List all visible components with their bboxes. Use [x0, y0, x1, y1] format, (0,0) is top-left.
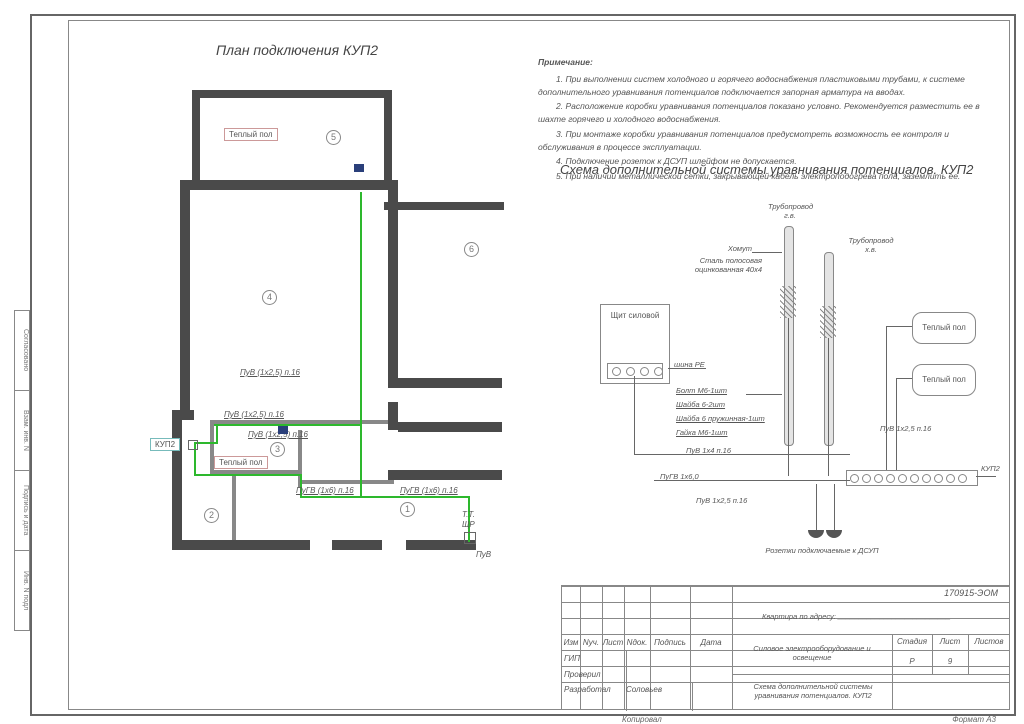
- plan-title: План подключения КУП2: [216, 42, 378, 58]
- panel-box: Щит силовой: [600, 304, 670, 384]
- nut-label: Гайка М6-1шт: [676, 428, 728, 437]
- cold-pipe-label: Трубопровод х.в.: [846, 236, 896, 254]
- room-number: 1: [400, 502, 415, 517]
- sheet-val: 9: [932, 650, 969, 674]
- panel-label: Щит силовой: [611, 311, 660, 320]
- side-label: Инв. N подл: [14, 551, 30, 631]
- col-list: Лист: [602, 635, 625, 651]
- sockets-label: Розетки подключаемые к ДСУП: [742, 546, 902, 555]
- col-sign: Подпись: [650, 635, 691, 651]
- room-number: 5: [326, 130, 341, 145]
- gip-label: ГИП: [562, 651, 627, 667]
- busbar: [846, 470, 978, 486]
- washer-label: Шайба 6-2шт: [676, 400, 725, 409]
- heated-floor-box: Теплый пол: [912, 364, 976, 396]
- col-izm: Изм: [562, 635, 581, 651]
- kup-label: КУП2: [981, 464, 1000, 473]
- room-number: 2: [204, 508, 219, 523]
- clamp-label: Хомут: [682, 244, 752, 253]
- note-item: 1. При выполнении систем холодного и гор…: [538, 73, 994, 99]
- schematic-diagram: Трубопровод г.в. Трубопровод х.в. Хомут …: [566, 196, 996, 556]
- sheets-hdr: Листов: [968, 634, 1010, 650]
- floor-plan: 1 2 3 4 5 6 Теплый пол Теплый пол КУП2 П…: [84, 72, 502, 552]
- wire-socket-label: ПуВ 1х2,5 п.16: [696, 496, 747, 505]
- title-block: Изм Nуч. Лист Nдок. Подпись Дата ГИП Про…: [561, 585, 1010, 710]
- kup-box-icon: [188, 440, 198, 450]
- clamp-label2: Сталь полосовая оцинкованная 40х4: [668, 256, 762, 274]
- room-number: 4: [262, 290, 277, 305]
- note-item: 3. При монтаже коробки уравнивания потен…: [538, 128, 994, 154]
- copied-label: Копировал: [622, 715, 662, 724]
- room-number: 6: [464, 242, 479, 257]
- bolt-label: Болт М6-1шт: [676, 386, 727, 395]
- wire-label: ПуВ (1х2,5) п.16: [224, 410, 284, 419]
- wire-label: ПуВ (1х2,5) п.16: [240, 368, 300, 377]
- heated-floor-tag: Теплый пол: [224, 128, 278, 141]
- side-strip: Согласовано Взам. инв. N Подпись и дата …: [14, 310, 28, 706]
- developer-name: Соловьев: [624, 683, 693, 711]
- address-label: Квартира по адресу: ____________________…: [762, 612, 951, 621]
- spring-washer-label: Шайба 6 пружинная-1шт: [676, 414, 765, 423]
- side-label: Согласовано: [14, 310, 30, 391]
- drawing-sheet: Согласовано Взам. инв. N Подпись и дата …: [0, 0, 1024, 724]
- heated-floor-box: Теплый пол: [912, 312, 976, 344]
- stage-hdr: Стадия: [892, 634, 933, 650]
- tt-label: Т.Т.: [462, 510, 475, 519]
- side-label: Подпись и дата: [14, 471, 30, 551]
- wire-label: ПуВ: [476, 550, 491, 559]
- sheet-hdr: Лист: [932, 634, 969, 650]
- heated-floor-tag: Теплый пол: [214, 456, 268, 469]
- hot-pipe-label: Трубопровод г.в.: [768, 202, 812, 220]
- checked-label: Проверил: [562, 667, 627, 683]
- desc2: Схема дополнительной системы уравнивания…: [738, 682, 888, 700]
- fixture-icon: [354, 164, 364, 172]
- wire-tp-label: ПуВ 1х2,5 п.16: [880, 424, 931, 433]
- project-code: 170915-ЭОМ: [944, 588, 998, 598]
- wire-label: ПуГВ (1х6) п.16: [400, 486, 458, 495]
- col-nuch: Nуч.: [580, 635, 603, 651]
- room-number: 3: [270, 442, 285, 457]
- fixture-icon: [278, 426, 288, 434]
- developed-label: Разработал: [562, 683, 627, 711]
- desc1: Силовое электрооборудование и освещение: [742, 644, 882, 662]
- format-label: Формат А3: [952, 715, 996, 724]
- sheets-val: [968, 650, 1010, 674]
- panel-icon: [464, 532, 476, 544]
- notes-heading: Примечание:: [538, 56, 994, 69]
- kup-tag: КУП2: [150, 438, 180, 451]
- side-label: Взам. инв. N: [14, 391, 30, 471]
- wire-label: ПуГВ (1х6) п.16: [296, 486, 354, 495]
- note-item: 2. Расположение коробки уравнивания поте…: [538, 100, 994, 126]
- socket-icon: [808, 530, 842, 540]
- schematic-title: Схема дополнительной системы уравнивания…: [560, 162, 973, 177]
- wire-panel-label: ПуВ 1х4 п.16: [686, 446, 731, 455]
- col-date: Дата: [690, 635, 733, 651]
- col-ndoc: Nдок.: [624, 635, 651, 651]
- schr-label: ЩР: [462, 520, 475, 529]
- cold-pipe: [824, 252, 834, 446]
- stage-val: Р: [892, 650, 933, 674]
- hot-pipe: [784, 226, 794, 446]
